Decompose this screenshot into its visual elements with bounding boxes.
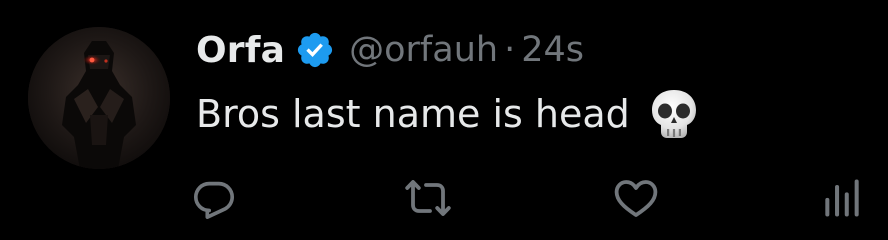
separator-dot: · (504, 30, 516, 70)
timestamp[interactable]: 24s (521, 30, 584, 70)
verified-badge-icon (295, 30, 335, 70)
display-name[interactable]: Orfa (196, 30, 285, 71)
retweet-icon (405, 180, 451, 216)
heart-icon (614, 180, 658, 217)
reply-icon (193, 181, 235, 219)
tweet[interactable]: Orfa @orfauh · 24s Bros last name is hea… (0, 0, 888, 240)
tweet-body: Bros last name is head (196, 86, 698, 142)
tweet-header: Orfa @orfauh · 24s (196, 24, 584, 76)
reply-button[interactable] (186, 170, 242, 226)
views-icon (825, 179, 859, 217)
avatar[interactable] (28, 27, 170, 169)
views-button[interactable] (814, 170, 870, 226)
like-button[interactable] (608, 170, 664, 226)
tweet-text: Bros last name is head (196, 92, 630, 136)
handle[interactable]: @orfauh (349, 30, 498, 70)
avatar-image (28, 27, 170, 169)
skull-emoji-icon (650, 88, 698, 140)
retweet-button[interactable] (400, 170, 456, 226)
